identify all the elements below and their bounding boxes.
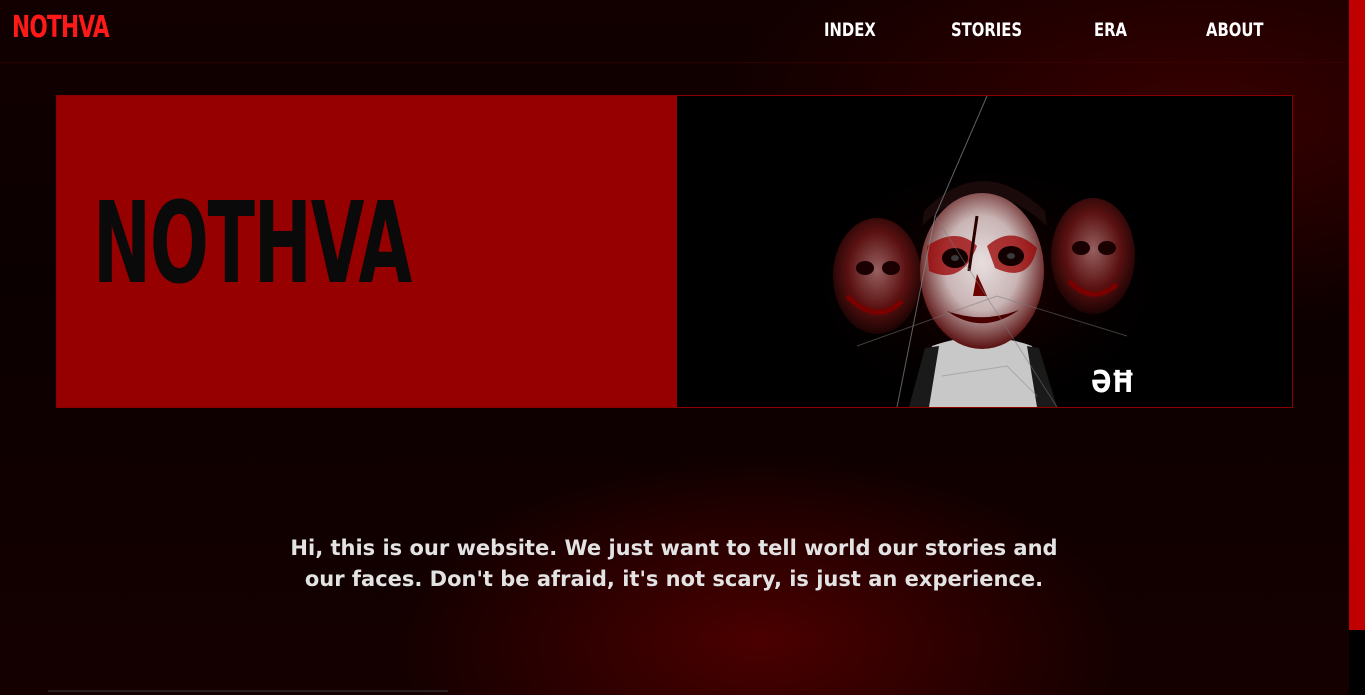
intro-text: Hi, this is our website. We just want to… — [250, 533, 1098, 595]
site-logo[interactable]: NOTHVA — [12, 10, 110, 46]
image-signature: ƏĦ — [1091, 365, 1135, 400]
nav-item-about[interactable]: ABOUT — [1206, 18, 1264, 42]
intro-line-1: Hi, this is our website. We just want to… — [290, 536, 1058, 560]
nav-item-stories[interactable]: STORIES — [951, 18, 1022, 42]
page: NOTHVA INDEX STORIES ERA ABOUT NOTHVA ƏĦ… — [0, 0, 1349, 695]
hero-image: ƏĦ — [677, 96, 1292, 407]
masked-faces-image — [677, 96, 1292, 407]
intro-line-2: our faces. Don't be afraid, it's not sca… — [304, 567, 1044, 591]
hero-banner: NOTHVA ƏĦ — [56, 95, 1293, 408]
scrollbar[interactable] — [1349, 0, 1365, 695]
site-header: NOTHVA INDEX STORIES ERA ABOUT — [0, 0, 1349, 63]
hero-title: NOTHVA — [93, 179, 412, 309]
divider — [48, 690, 448, 692]
scrollbar-thumb[interactable] — [1349, 0, 1365, 630]
nav-item-era[interactable]: ERA — [1094, 18, 1127, 42]
nav-item-index[interactable]: INDEX — [824, 18, 876, 42]
hero-title-panel: NOTHVA — [57, 96, 677, 407]
